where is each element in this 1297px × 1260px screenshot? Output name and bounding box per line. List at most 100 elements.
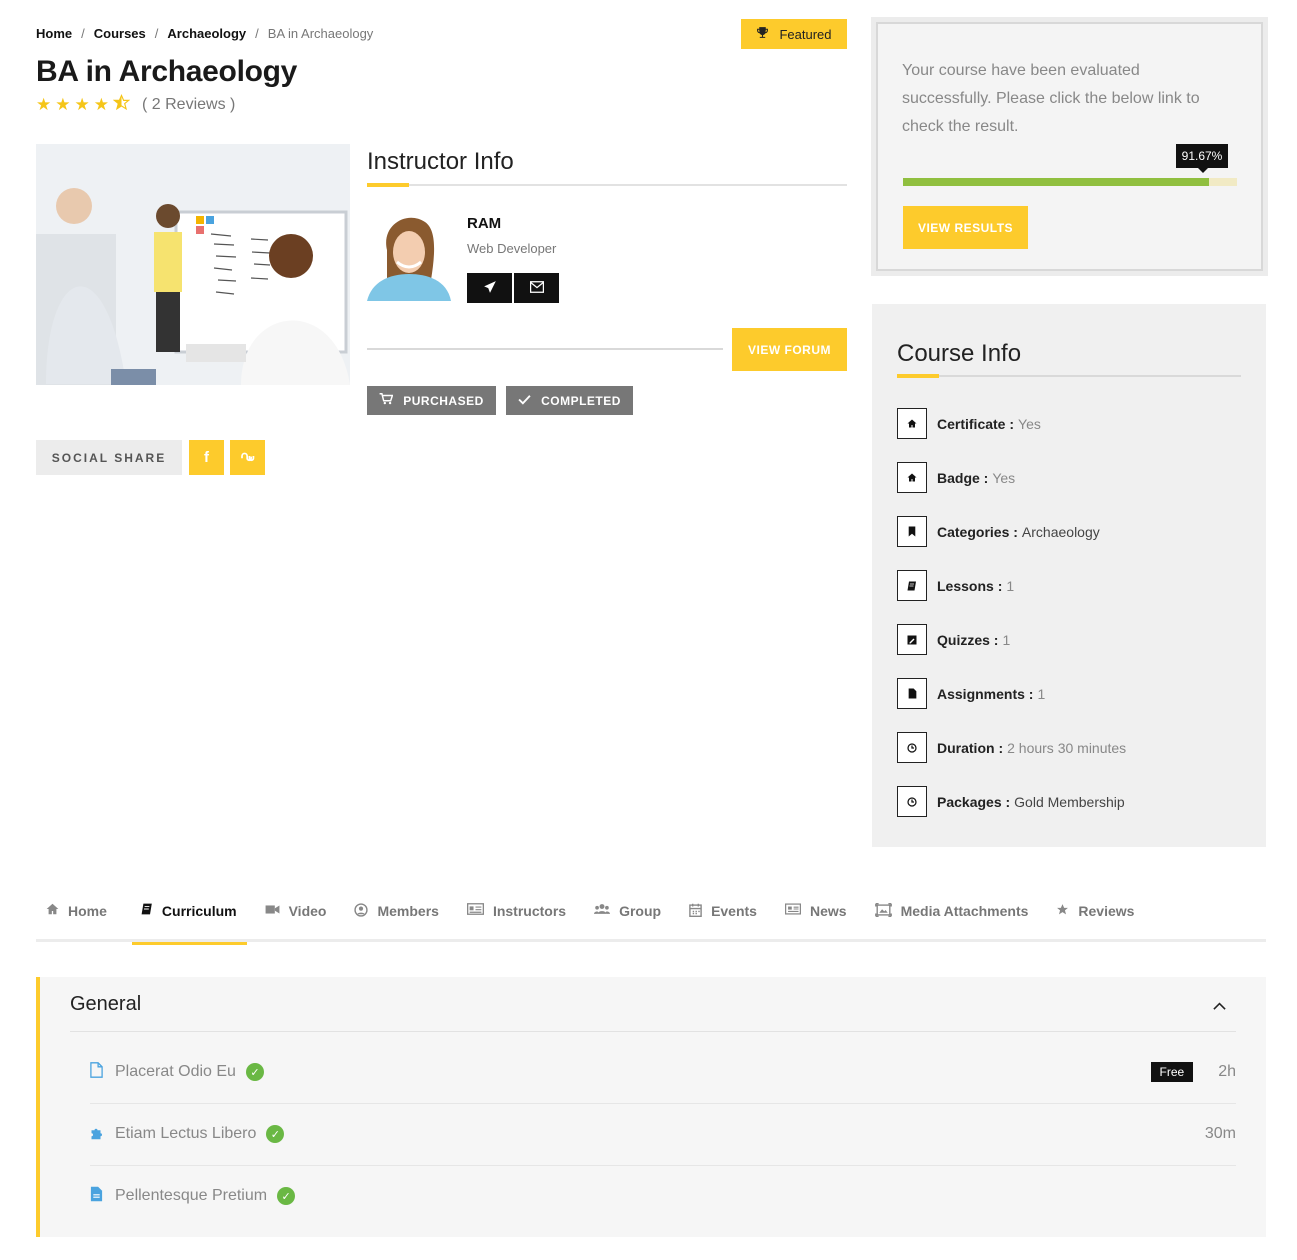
breadcrumb-separator: / <box>255 26 259 41</box>
lesson-title: Placerat Odio Eu <box>115 1063 236 1080</box>
breadcrumb-home[interactable]: Home <box>36 26 72 41</box>
facebook-icon: f <box>204 449 209 466</box>
envelope-icon <box>529 280 544 296</box>
tab-news[interactable]: News <box>784 885 847 942</box>
tab-events[interactable]: Events <box>689 885 757 942</box>
course-info-label: Duration : <box>937 739 1004 756</box>
home-icon <box>46 903 59 918</box>
course-info-badge: Badge : Yes <box>897 462 1015 493</box>
completed-check-icon: ✓ <box>277 1187 296 1205</box>
tab-label: Home <box>68 903 107 919</box>
quiz-icon <box>897 624 927 655</box>
completed-check-icon: ✓ <box>266 1125 285 1143</box>
facebook-share-button[interactable]: f <box>189 440 224 475</box>
calendar-icon <box>689 903 702 920</box>
evaluation-panel: Your course have been evaluated successf… <box>871 17 1268 276</box>
free-badge: Free <box>1150 1062 1194 1082</box>
progress-tooltip: 91.67% <box>1176 144 1228 173</box>
video-icon <box>265 903 280 918</box>
course-info-label: Badge : <box>937 469 989 486</box>
course-info-value: 1 <box>1002 631 1011 648</box>
progress-bar <box>903 178 1237 186</box>
featured-label: Featured <box>779 26 832 42</box>
breadcrumb: Home / Courses / Archaeology / BA in Arc… <box>36 26 373 41</box>
tab-reviews[interactable]: Reviews <box>1056 885 1134 942</box>
course-info-label: Quizzes : <box>937 631 999 648</box>
star-icon: ★ <box>93 95 109 114</box>
tab-label: Media Attachments <box>900 903 1029 919</box>
course-info-lessons: Lessons : 1 <box>897 570 1014 601</box>
completed-check-icon: ✓ <box>245 1063 264 1081</box>
tab-label: Group <box>619 903 662 919</box>
send-message-button[interactable] <box>467 273 512 303</box>
stumbleupon-icon <box>240 449 256 466</box>
tab-members[interactable]: Members <box>354 885 439 942</box>
course-info-value[interactable]: Archaeology <box>1022 524 1100 540</box>
tab-label: News <box>809 903 847 919</box>
breadcrumb-archaeology[interactable]: Archaeology <box>167 26 246 41</box>
lesson-item[interactable]: Etiam Lectus Libero ✓ 30m <box>90 1103 1236 1165</box>
tab-home[interactable]: Home <box>46 885 107 942</box>
evaluation-message: Your course have been evaluated successf… <box>902 62 1200 135</box>
lesson-item[interactable]: Placerat Odio Eu ✓ Free 2h <box>90 1041 1236 1103</box>
email-button[interactable] <box>514 273 559 303</box>
breadcrumb-current: BA in Archaeology <box>267 26 374 41</box>
view-forum-button[interactable]: VIEW FORUM <box>732 328 847 371</box>
image-icon <box>874 903 892 920</box>
home-icon <box>897 408 927 439</box>
section-title[interactable]: General <box>70 993 141 1016</box>
view-results-button[interactable]: VIEW RESULTS <box>903 206 1028 249</box>
course-info-value[interactable]: Gold Membership <box>1014 794 1125 810</box>
heading-accent <box>367 183 409 187</box>
tab-video[interactable]: Video <box>265 885 326 942</box>
instructor-role: Web Developer <box>467 241 557 256</box>
stumbleupon-share-button[interactable] <box>230 440 265 475</box>
heading-accent <box>897 374 939 378</box>
tab-media-attachments[interactable]: Media Attachments <box>874 885 1029 942</box>
clock-icon <box>897 786 927 817</box>
puzzle-icon <box>90 1125 106 1144</box>
bookmark-icon <box>897 516 927 547</box>
breadcrumb-courses[interactable]: Courses <box>94 26 146 41</box>
course-info-value: 1 <box>1006 577 1015 594</box>
home-icon <box>897 462 927 493</box>
course-info-label: Packages : <box>937 793 1011 810</box>
heading-divider <box>367 184 847 186</box>
course-info-value: 2 hours 30 minutes <box>1007 739 1127 756</box>
tab-group[interactable]: Group <box>594 885 661 942</box>
chevron-up-icon[interactable] <box>1213 997 1226 1013</box>
lesson-title: Pellentesque Pretium <box>115 1187 268 1204</box>
tab-curriculum[interactable]: Curriculum <box>131 885 247 945</box>
purchased-button[interactable]: PURCHASED <box>367 386 496 415</box>
tab-instructors[interactable]: Instructors <box>466 885 566 942</box>
social-share-label: SOCIAL SHARE <box>36 440 182 475</box>
users-icon <box>594 903 611 918</box>
half-star-icon <box>112 93 131 116</box>
file-text-icon <box>90 1186 106 1206</box>
course-info-value: Yes <box>1018 415 1041 432</box>
course-info-panel: Course Info Certificate : Yes Badge : Ye… <box>872 304 1266 847</box>
breadcrumb-separator: / <box>81 26 85 41</box>
id-card-icon <box>466 903 484 918</box>
check-icon <box>518 394 531 408</box>
instructor-avatar[interactable] <box>367 210 451 301</box>
star-icon <box>1056 903 1069 919</box>
book-icon <box>897 570 927 601</box>
course-info-label: Lessons : <box>937 577 1003 594</box>
heading-divider <box>897 375 1241 377</box>
tab-label: Events <box>711 903 757 919</box>
file-icon <box>897 678 927 709</box>
progress-bar-fill <box>903 178 1210 186</box>
completed-button[interactable]: COMPLETED <box>506 386 633 415</box>
lesson-duration: 30m <box>1204 1125 1236 1142</box>
course-rating: ★ ★ ★ ★ ( 2 Reviews ) <box>36 93 235 116</box>
star-icon: ★ <box>36 95 52 114</box>
star-icon: ★ <box>55 95 71 114</box>
tab-label: Reviews <box>1078 903 1135 919</box>
lesson-item[interactable]: Pellentesque Pretium ✓ <box>90 1165 1236 1227</box>
trophy-icon <box>756 26 769 42</box>
course-info-certificate: Certificate : Yes <box>897 408 1041 439</box>
instructor-name[interactable]: RAM <box>467 215 501 232</box>
course-info-value: 1 <box>1037 685 1046 702</box>
reviews-count[interactable]: ( 2 Reviews ) <box>142 96 235 114</box>
